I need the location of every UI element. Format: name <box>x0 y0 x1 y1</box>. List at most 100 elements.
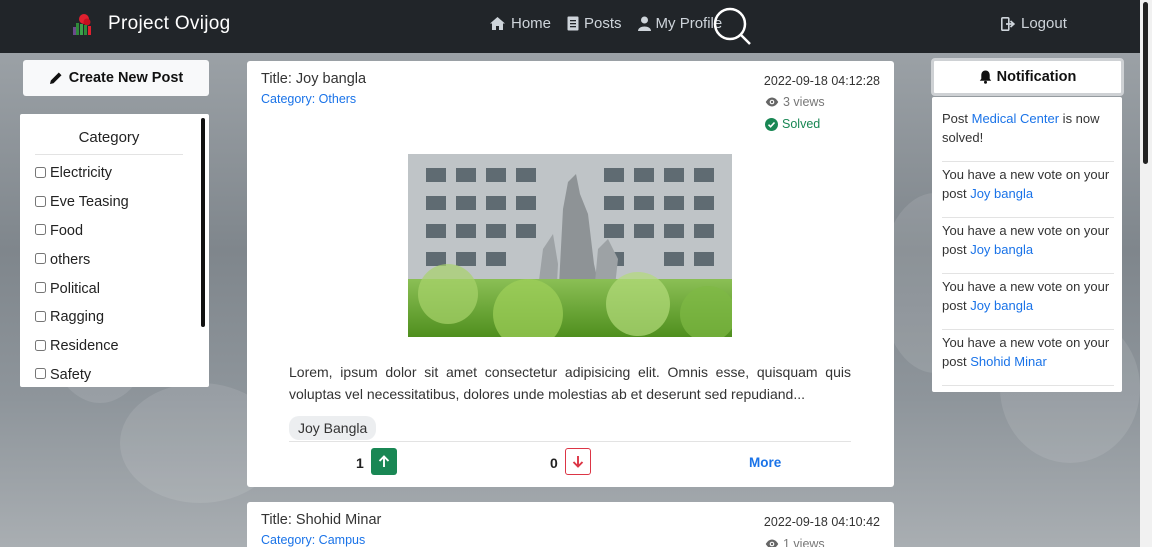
nav-home-label: Home <box>511 15 552 32</box>
category-checkbox[interactable] <box>35 310 46 322</box>
notification-post-link[interactable]: Joy bangla <box>970 186 1033 201</box>
divider <box>289 441 851 442</box>
post-category-prefix: Category: <box>261 533 319 547</box>
category-item-others[interactable]: others <box>35 245 129 274</box>
post-image <box>408 154 732 337</box>
divider <box>942 161 1114 162</box>
post-card: Title: Shohid Minar Category: Campus 202… <box>247 502 894 547</box>
brand-name: Project Ovijog <box>108 13 231 34</box>
post-tag[interactable]: Joy Bangla <box>289 416 377 440</box>
category-label: Residence <box>50 338 119 355</box>
category-item-safety[interactable]: Safety <box>35 361 129 387</box>
divider <box>942 217 1114 218</box>
page-scrollbar[interactable] <box>1140 0 1152 547</box>
notification-header: Notification <box>931 58 1124 96</box>
top-navbar: Project Ovijog Home Posts My Profile Log… <box>0 0 1140 53</box>
category-checkbox[interactable] <box>35 282 46 294</box>
file-icon <box>567 16 579 31</box>
status-badge: Solved <box>765 117 820 131</box>
eye-icon <box>765 97 779 107</box>
category-label: Ragging <box>50 309 105 326</box>
notification-post-link[interactable]: Shohid Minar <box>970 354 1047 369</box>
post-views: 3 views <box>765 95 825 109</box>
post-excerpt: Lorem, ipsum dolor sit amet consectetur … <box>289 364 851 402</box>
notification-item[interactable]: Post Medical Center is now solved! <box>942 109 1114 147</box>
notification-title: Notification <box>996 69 1077 85</box>
category-label: Safety <box>50 366 92 383</box>
post-category-name: Others <box>318 92 357 106</box>
search-icon <box>713 7 751 45</box>
notification-item[interactable]: You have a new vote on your post Joy ban… <box>942 221 1114 259</box>
logout-icon <box>1001 16 1016 31</box>
notification-post-link[interactable]: Joy bangla <box>970 242 1033 257</box>
post-category-name: Campus <box>318 533 366 547</box>
notification-post-link[interactable]: Medical Center <box>972 111 1059 126</box>
arrow-up-icon <box>378 455 390 467</box>
category-scroll-thumb[interactable] <box>201 118 205 327</box>
logo-icon <box>70 11 96 37</box>
post-date: 2022-09-18 04:12:28 <box>763 74 880 88</box>
notification-list: Post Medical Center is now solved! You h… <box>932 97 1122 392</box>
post-title: Title: Joy bangla <box>261 71 367 87</box>
category-item-electricity[interactable]: Electricity <box>35 159 129 188</box>
post-card: Title: Joy bangla Category: Others 2022-… <box>247 61 894 487</box>
post-views: 1 views <box>765 537 825 547</box>
logout-link[interactable]: Logout <box>1001 15 1067 32</box>
downvote-button[interactable] <box>565 448 591 475</box>
create-post-label: Create New Post <box>68 70 184 86</box>
category-item-political[interactable]: Political <box>35 274 129 303</box>
notification-post-link[interactable]: Joy bangla <box>970 298 1033 313</box>
category-list: Electricity Eve Teasing Food others Poli… <box>35 159 129 387</box>
divider <box>35 154 183 155</box>
category-checkbox[interactable] <box>35 224 46 236</box>
category-label: Political <box>50 280 100 297</box>
post-views-count: 1 views <box>783 537 825 547</box>
nav-my-profile[interactable]: My Profile <box>637 15 722 32</box>
category-item-food[interactable]: Food <box>35 217 129 246</box>
category-checkbox[interactable] <box>35 339 46 351</box>
category-checkbox[interactable] <box>35 195 46 207</box>
arrow-down-icon <box>572 456 584 468</box>
more-link[interactable]: More <box>749 455 781 470</box>
category-item-eve-teasing[interactable]: Eve Teasing <box>35 188 129 217</box>
user-icon <box>637 16 651 31</box>
divider <box>942 329 1114 330</box>
nav-links: Home Posts My Profile <box>489 15 722 32</box>
post-category-link[interactable]: Category: Campus <box>261 533 365 547</box>
category-filter: Category Electricity Eve Teasing Food ot… <box>20 114 209 387</box>
category-checkbox[interactable] <box>35 253 46 265</box>
post-category-link[interactable]: Category: Others <box>261 92 356 106</box>
home-icon <box>490 17 505 30</box>
status-label: Solved <box>782 117 821 131</box>
nav-posts-label: Posts <box>584 15 622 32</box>
category-item-residence[interactable]: Residence <box>35 332 129 361</box>
eye-icon <box>765 539 779 547</box>
create-post-button[interactable]: Create New Post <box>23 60 209 96</box>
notification-item[interactable]: You have a new vote on your post Shohid … <box>942 333 1114 371</box>
category-label: Electricity <box>50 165 113 182</box>
upvote-button[interactable] <box>371 448 397 475</box>
post-date: 2022-09-18 04:10:42 <box>763 515 880 529</box>
category-checkbox[interactable] <box>35 368 46 380</box>
divider <box>942 385 1114 386</box>
category-label: others <box>50 251 91 268</box>
page-scroll-thumb[interactable] <box>1143 2 1148 164</box>
upvote-count: 1 <box>356 455 364 471</box>
notification-text: Post <box>942 111 972 126</box>
brand[interactable]: Project Ovijog <box>70 11 230 37</box>
post-category-prefix: Category: <box>261 92 319 106</box>
pencil-icon <box>49 72 62 84</box>
category-title: Category <box>78 129 140 146</box>
check-circle-icon <box>765 117 778 131</box>
category-label: Eve Teasing <box>50 194 129 211</box>
post-views-count: 3 views <box>783 95 825 109</box>
nav-posts[interactable]: Posts <box>567 15 622 32</box>
notification-item[interactable]: You have a new vote on your post Joy ban… <box>942 277 1114 315</box>
notification-item[interactable]: You have a new vote on your post Joy ban… <box>942 165 1114 203</box>
category-label: Food <box>50 222 84 239</box>
nav-home[interactable]: Home <box>489 15 551 32</box>
downvote-count: 0 <box>550 455 558 471</box>
category-checkbox[interactable] <box>35 166 46 178</box>
search-button[interactable] <box>712 6 752 46</box>
category-item-ragging[interactable]: Ragging <box>35 303 129 332</box>
